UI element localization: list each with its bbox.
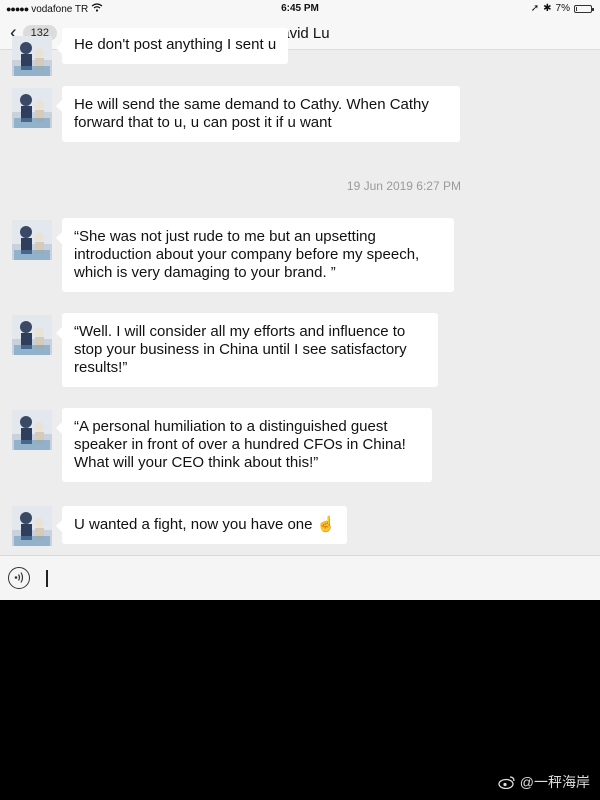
- status-bar: ●●●●● vodafone TR 6:45 PM ➚ ✱ 7%: [0, 0, 600, 18]
- avatar[interactable]: [12, 506, 52, 546]
- chat-screen: ●●●●● vodafone TR 6:45 PM ➚ ✱ 7% ‹ 132 D…: [0, 0, 600, 600]
- avatar[interactable]: [12, 88, 52, 128]
- message-bubble[interactable]: “A personal humiliation to a distinguish…: [56, 408, 432, 482]
- message-bubble[interactable]: “Well. I will consider all my efforts an…: [56, 313, 438, 387]
- avatar[interactable]: [12, 315, 52, 355]
- message-text: He don't post anything I sent u: [74, 36, 277, 53]
- battery-level: [576, 6, 577, 11]
- message-text: “Well. I will consider all my efforts an…: [74, 323, 407, 376]
- message-timestamp: 19 Jun 2019 6:27 PM: [346, 179, 461, 193]
- watermark-text: @一秤海岸: [519, 774, 590, 790]
- message-text: He will send the same demand to Cathy. W…: [74, 96, 429, 131]
- status-time: 6:45 PM: [281, 3, 319, 14]
- message-text: “She was not just rude to me but an upse…: [74, 228, 420, 281]
- battery-percent: 7%: [555, 3, 570, 14]
- message-text: U wanted a fight, now you have one ☝️: [74, 516, 336, 533]
- bluetooth-icon: ✱: [543, 3, 552, 14]
- message-text: “A personal humiliation to a distinguish…: [74, 418, 406, 471]
- message-bubble[interactable]: He don't post anything I sent u: [55, 28, 289, 64]
- battery-icon: [574, 4, 594, 13]
- weibo-logo-icon: [498, 776, 515, 789]
- voice-input-icon[interactable]: [8, 567, 30, 589]
- avatar[interactable]: [12, 36, 52, 76]
- location-icon: ➚: [530, 3, 540, 14]
- message-bubble[interactable]: “She was not just rude to me but an upse…: [56, 218, 454, 292]
- avatar[interactable]: [12, 220, 52, 260]
- input-bar: [0, 555, 600, 600]
- text-cursor: [46, 570, 48, 587]
- message-list[interactable]: He don't post anything I sent u He will …: [0, 28, 600, 555]
- watermark: @一秤海岸: [498, 772, 590, 792]
- message-input[interactable]: [40, 564, 590, 594]
- message-bubble[interactable]: He will send the same demand to Cathy. W…: [56, 86, 460, 142]
- message-bubble[interactable]: U wanted a fight, now you have one ☝️: [55, 506, 348, 544]
- avatar[interactable]: [12, 410, 52, 450]
